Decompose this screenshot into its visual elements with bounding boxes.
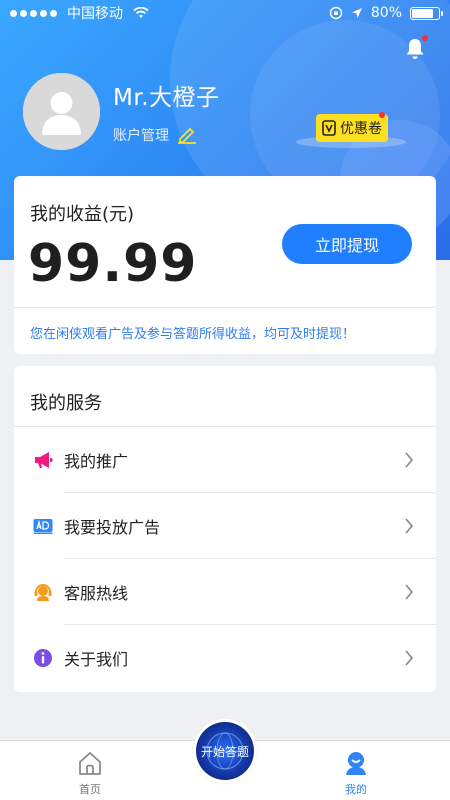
tab-mine[interactable]: 我的 [311,741,401,800]
tab-home[interactable]: 首页 [45,741,135,800]
withdraw-button[interactable]: 立即提现 [282,224,412,264]
location-icon [351,8,362,18]
coupon-button[interactable]: 优惠卷 [316,114,388,142]
customer-service-icon [34,584,52,601]
service-item-about[interactable]: 关于我们 [14,625,436,691]
edit-pencil-icon [178,127,196,144]
battery-icon [410,6,443,20]
orientation-lock-icon [329,6,343,20]
profile-face-icon [346,752,366,775]
battery-percent: 80% [370,5,402,21]
services-title: 我的服务 [30,393,102,414]
coupon-label: 优惠卷 [340,121,382,137]
chevron-right-icon [405,452,414,468]
chevron-right-icon [405,650,414,666]
ad-icon [33,519,53,534]
avatar[interactable] [23,73,100,150]
info-icon [34,649,52,667]
notification-badge [422,35,428,41]
status-bar: 中国移动 80% [0,0,450,26]
tab-mine-label: 我的 [345,783,367,796]
carrier-name: 中国移动 [67,6,123,22]
chevron-right-icon [405,584,414,600]
home-icon [79,752,101,775]
coupon-badge [379,112,385,118]
tab-home-label: 首页 [79,783,101,796]
service-item-label: 关于我们 [64,650,129,669]
account-management-link[interactable]: 账户管理 [113,125,197,145]
start-quiz-button[interactable]: 开始答题 [196,722,254,780]
service-item-promotion[interactable]: 我的推广 [14,427,436,493]
megaphone-icon [35,452,53,468]
service-item-hotline[interactable]: 客服热线 [14,559,436,625]
service-item-label: 我的推广 [64,452,129,471]
user-placeholder-icon [23,73,100,150]
service-item-advertise[interactable]: 我要投放广告 [14,493,436,559]
coupon-icon [322,120,336,136]
chevron-right-icon [405,518,414,534]
username: Mr.大橙子 [113,85,220,111]
divider [14,307,436,308]
signal-icon [10,9,57,17]
earnings-amount: 99.99 [28,234,198,294]
earnings-card: 我的收益(元) 99.99 立即提现 您在闲侠观看广告及参与答题所得收益，均可及… [14,176,436,354]
start-quiz-label: 开始答题 [200,744,249,759]
earnings-tip: 您在闲侠观看广告及参与答题所得收益，均可及时提现！ [30,327,356,342]
service-item-label: 客服热线 [64,584,129,603]
service-item-label: 我要投放广告 [64,518,161,537]
earnings-title: 我的收益(元) [30,204,135,225]
services-card: 我的服务 我的推广 我要投放广告 客服热线 关于我们 [14,366,436,692]
account-management-label: 账户管理 [113,128,169,144]
wifi-icon [133,7,149,18]
